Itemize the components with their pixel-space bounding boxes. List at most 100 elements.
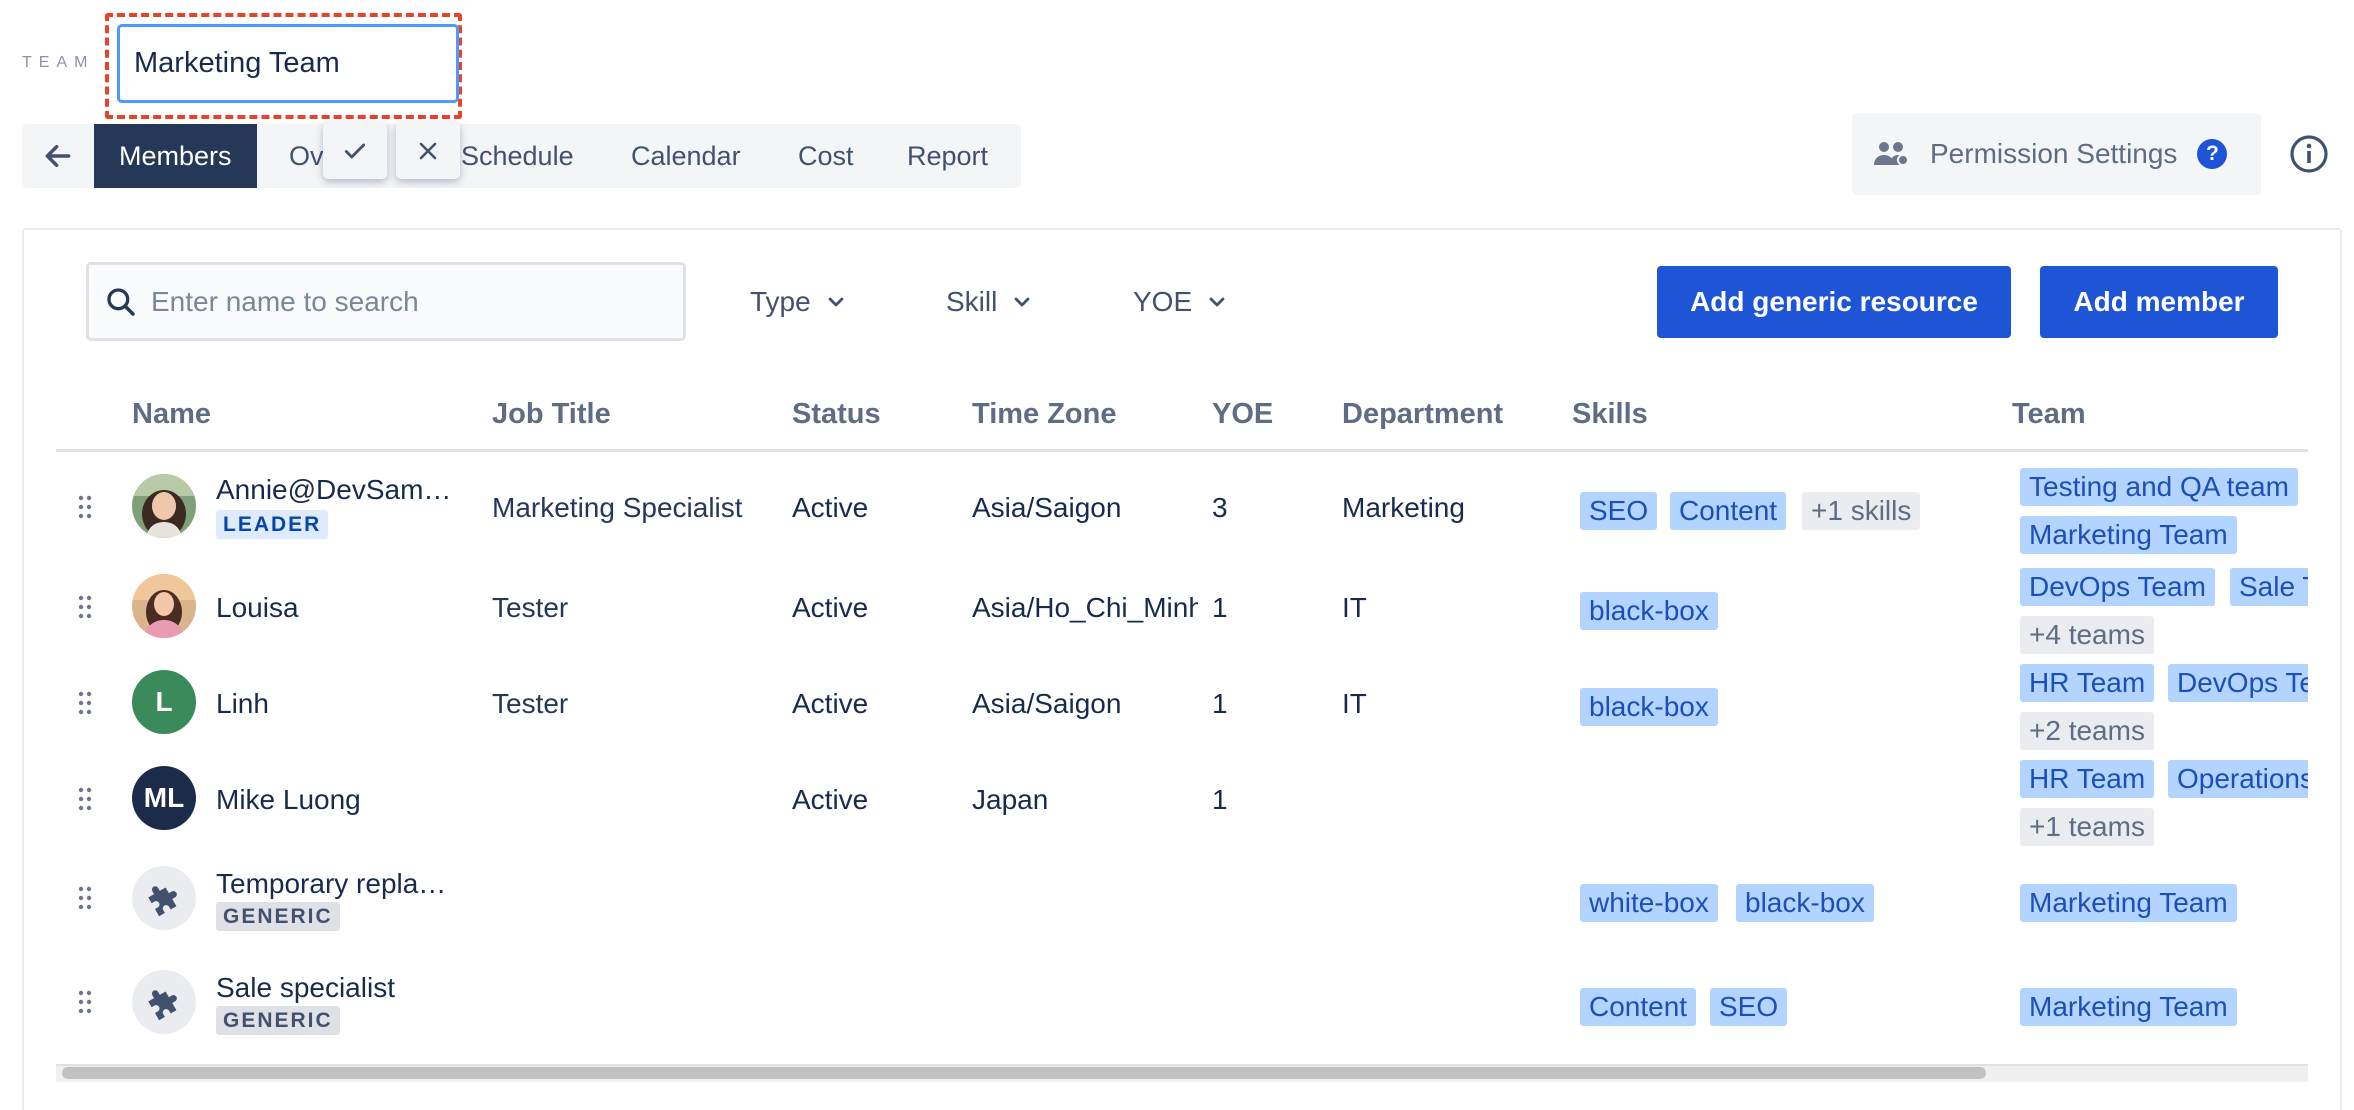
generic-badge: GENERIC (216, 1006, 340, 1035)
yoe: 1 (1212, 784, 1228, 815)
avatar (132, 474, 196, 538)
column-header-job-title[interactable]: Job Title (492, 398, 611, 431)
drag-handle-icon[interactable] (76, 786, 94, 812)
cancel-edit-button[interactable] (396, 122, 460, 179)
user-photo-icon (132, 474, 196, 538)
type-filter[interactable]: Type (750, 282, 845, 322)
puzzle-icon (148, 990, 177, 1021)
more-teams-tag[interactable]: +4 teams (2020, 616, 2154, 654)
time-zone: Asia/Saigon (972, 492, 1122, 523)
team-tag[interactable]: HR Team (2020, 760, 2155, 798)
permission-settings-label: Permission Settings (1930, 138, 2178, 169)
member-name[interactable]: Annie@DevSam… (216, 474, 460, 506)
skill-filter[interactable]: Skill (946, 282, 1031, 322)
more-skills-tag[interactable]: +1 skills (1802, 492, 1921, 530)
avatar (132, 574, 196, 638)
column-header-name[interactable]: Name (132, 398, 211, 431)
yoe: 1 (1212, 688, 1228, 719)
add-generic-resource-button[interactable]: Add generic resource (1657, 266, 2011, 338)
more-teams-tag[interactable]: +2 teams (2020, 712, 2154, 750)
team-tag[interactable]: Marketing Team (2020, 516, 2237, 554)
help-icon[interactable]: ? (2197, 139, 2228, 169)
status: Active (792, 592, 869, 623)
team-tag[interactable]: Testing and QA team (2020, 468, 2298, 506)
tab-cost[interactable]: Cost (798, 124, 854, 188)
time-zone: Asia/Saigon (972, 688, 1122, 719)
department: IT (1342, 688, 1367, 719)
search-input[interactable] (151, 285, 671, 318)
member-name[interactable]: Mike Luong (216, 784, 361, 816)
permission-settings-button[interactable]: Permission Settings ? (1852, 113, 2261, 195)
search-icon (107, 287, 135, 316)
member-name[interactable]: Louisa (216, 592, 299, 624)
member-name[interactable]: Sale specialist (216, 972, 395, 1004)
column-header-yoe[interactable]: YOE (1212, 398, 1273, 431)
column-header-status[interactable]: Status (792, 398, 881, 431)
avatar (132, 970, 196, 1034)
close-icon (419, 142, 437, 159)
skill-tag[interactable]: black-box (1580, 688, 1718, 726)
skill-filter-label: Skill (946, 286, 998, 317)
skill-tag[interactable]: Content (1580, 988, 1697, 1026)
tab-schedule[interactable]: Schedule (461, 124, 574, 188)
column-header-skills[interactable]: Skills (1572, 398, 1648, 431)
header-divider (56, 449, 2308, 452)
info-button[interactable] (2289, 134, 2329, 174)
generic-badge: GENERIC (216, 902, 340, 931)
arrow-left-icon (45, 144, 71, 168)
status: Active (792, 492, 869, 523)
team-tag[interactable]: DevOps Team (2168, 664, 2308, 702)
job-title: Marketing Specialist (492, 492, 743, 523)
time-zone: Japan (972, 784, 1049, 815)
check-icon (344, 143, 366, 158)
drag-handle-icon[interactable] (76, 885, 94, 911)
column-header-time-zone[interactable]: Time Zone (972, 398, 1117, 431)
drag-handle-icon[interactable] (76, 690, 94, 716)
member-name[interactable]: Linh (216, 688, 269, 720)
avatar: L (132, 670, 196, 734)
status: Active (792, 688, 869, 719)
team-tag[interactable]: Sale Team (2230, 568, 2308, 606)
skill-tag[interactable]: SEO (1710, 988, 1788, 1026)
drag-handle-icon[interactable] (76, 989, 94, 1015)
column-header-team[interactable]: Team (2012, 398, 2086, 431)
status: Active (792, 784, 869, 815)
column-header-department[interactable]: Department (1342, 398, 1503, 431)
team-tag[interactable]: Marketing Team (2020, 988, 2237, 1026)
more-teams-tag[interactable]: +1 teams (2020, 808, 2154, 846)
skill-tag[interactable]: black-box (1580, 592, 1718, 630)
time-zone: Asia/Ho_Chi_Minh (972, 592, 1198, 623)
search-box[interactable] (86, 262, 686, 341)
drag-handle-icon[interactable] (76, 594, 94, 620)
department: Marketing (1342, 492, 1465, 523)
people-icon (1874, 142, 1909, 166)
back-button[interactable] (22, 124, 94, 188)
tab-members[interactable]: Members (94, 124, 257, 188)
confirm-edit-button[interactable] (323, 122, 387, 179)
tab-calendar[interactable]: Calendar (631, 124, 741, 188)
team-tag[interactable]: Operations (2168, 760, 2308, 798)
team-name-input[interactable] (117, 24, 459, 103)
team-label: TEAM (22, 54, 95, 71)
scrollbar-thumb[interactable] (62, 1067, 1986, 1079)
puzzle-icon (148, 886, 177, 917)
team-tag[interactable]: DevOps Team (2020, 568, 2215, 606)
team-tag[interactable]: HR Team (2020, 664, 2155, 702)
tab-overview[interactable]: Ov (289, 124, 324, 188)
yoe-filter-label: YOE (1133, 286, 1193, 317)
user-photo-icon (132, 574, 196, 638)
team-tag[interactable]: Marketing Team (2020, 884, 2237, 922)
chevron-down-icon (828, 297, 844, 307)
skill-tag[interactable]: white-box (1580, 884, 1718, 922)
add-member-button[interactable]: Add member (2040, 266, 2278, 338)
chevron-down-icon (1209, 297, 1225, 307)
yoe-filter[interactable]: YOE (1133, 282, 1226, 322)
tab-report[interactable]: Report (907, 124, 988, 188)
type-filter-label: Type (750, 286, 811, 317)
skill-tag[interactable]: black-box (1736, 884, 1874, 922)
member-name[interactable]: Temporary repla… (216, 868, 460, 900)
drag-handle-icon[interactable] (76, 494, 94, 520)
skill-tag[interactable]: Content (1670, 492, 1787, 530)
skill-tag[interactable]: SEO (1580, 492, 1658, 530)
avatar: ML (132, 766, 196, 830)
